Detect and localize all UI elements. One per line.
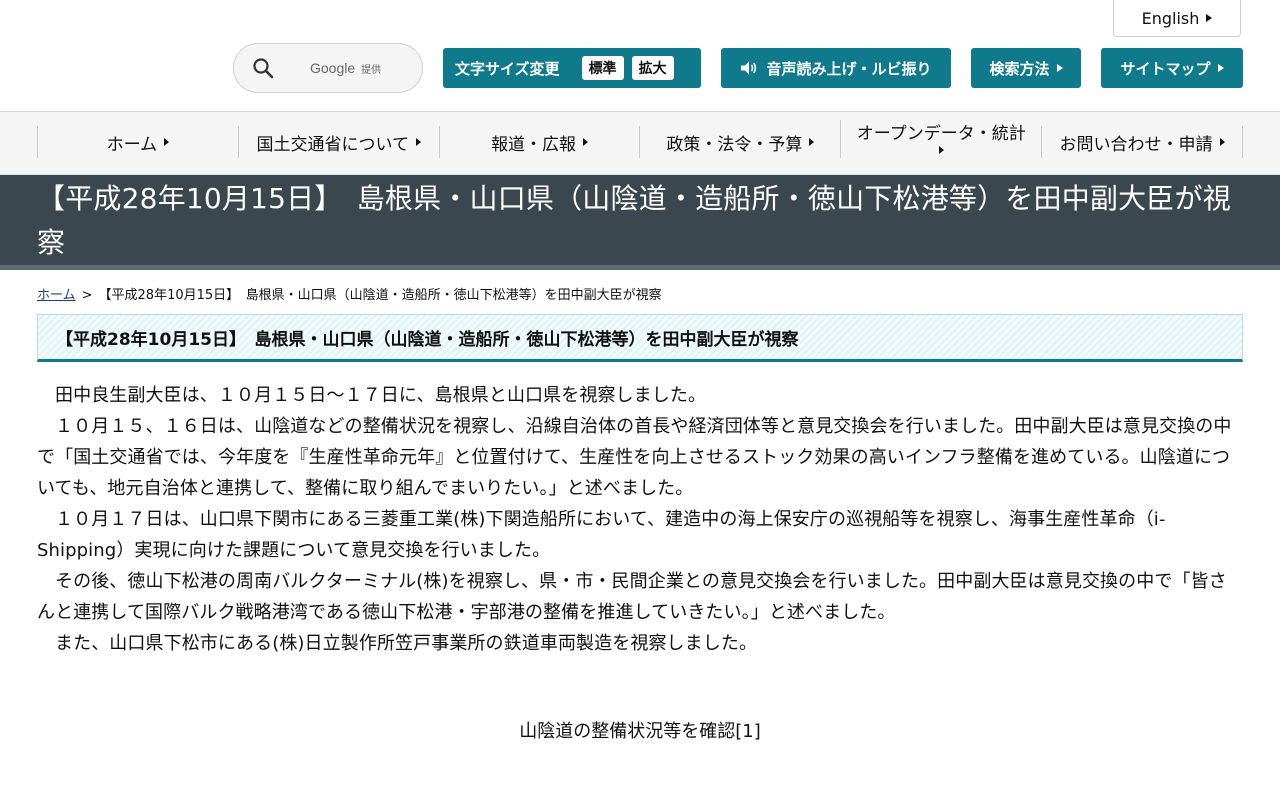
triangle-right-icon xyxy=(1056,64,1063,72)
nav-item-label: 報道・広報 xyxy=(491,134,577,155)
google-mark: Google xyxy=(310,60,356,76)
nav-item-opendata[interactable]: オープンデータ・統計 xyxy=(840,120,1041,158)
photo-caption: 山陰道の整備状況等を確認[1] xyxy=(519,721,761,742)
article-paragraph: 田中良生副大臣は、１０月１５日～１７日に、島根県と山口県を視察しました。 xyxy=(55,385,707,406)
font-size-control: 文字サイズ変更 標準 拡大 xyxy=(443,48,701,88)
triangle-right-icon xyxy=(164,138,170,146)
speaker-icon xyxy=(741,61,757,75)
article-paragraph: １０月１７日は、山口県下関市にある三菱重工業(株)下関造船所において、建造中の海… xyxy=(37,509,1166,561)
search-help-label: 検索方法 xyxy=(989,59,1050,78)
font-size-large-button[interactable]: 拡大 xyxy=(631,56,674,80)
google-provided-label: 提供 xyxy=(361,64,382,76)
google-search-input[interactable]: Google 提供 xyxy=(233,43,423,93)
global-nav: ホーム 国土交通省について 報道・広報 政策・法令・予算 オープンデータ・統計 … xyxy=(0,112,1280,175)
global-nav-list: ホーム 国土交通省について 報道・広報 政策・法令・予算 オープンデータ・統計 … xyxy=(37,120,1243,158)
triangle-right-icon xyxy=(1217,64,1224,72)
triangle-right-icon xyxy=(583,138,589,146)
nav-item-label: お問い合わせ・申請 xyxy=(1059,134,1213,155)
nav-item-label: 政策・法令・予算 xyxy=(666,134,803,155)
font-size-label: 文字サイズ変更 xyxy=(455,59,560,78)
search-help-button[interactable]: 検索方法 xyxy=(971,48,1081,88)
article-body: 田中良生副大臣は、１０月１５日～１７日に、島根県と山口県を視察しました。 １０月… xyxy=(37,380,1243,659)
english-label: English xyxy=(1141,8,1200,28)
site-header: English Google 提供 文字サイズ変更 標準 拡大 音声読み上げ・ル… xyxy=(0,0,1280,112)
breadcrumb-separator: > xyxy=(81,288,93,303)
sitemap-button[interactable]: サイトマップ xyxy=(1101,48,1243,88)
nav-item-label: 国土交通省について xyxy=(256,134,409,155)
voice-ruby-button[interactable]: 音声読み上げ・ルビ振り xyxy=(721,48,951,88)
triangle-right-icon xyxy=(809,138,815,146)
article-heading: 【平成28年10月15日】 島根県・山口県（山陰道・造船所・徳山下松港等）を田中… xyxy=(37,314,1243,362)
triangle-right-icon xyxy=(415,138,421,146)
breadcrumb: ホーム > 【平成28年10月15日】 島根県・山口県（山陰道・造船所・徳山下松港等… xyxy=(37,284,1243,303)
nav-item-press[interactable]: 報道・広報 xyxy=(438,126,640,158)
article-heading-text: 【平成28年10月15日】 島根県・山口県（山陰道・造船所・徳山下松港等）を田中… xyxy=(56,329,799,350)
voice-ruby-label: 音声読み上げ・ルビ振り xyxy=(766,59,932,78)
breadcrumb-current: 【平成28年10月15日】 島根県・山口県（山陰道・造船所・徳山下松港等）を田中… xyxy=(98,288,662,303)
article-paragraph: また、山口県下松市にある(株)日立製作所笠戸事業所の鉄道車両製造を視察しました。 xyxy=(55,633,758,654)
article-paragraph: １０月１５、１６日は、山陰道などの整備状況を視察し、沿線自治体の首長や経済団体等… xyxy=(37,416,1232,499)
nav-item-about[interactable]: 国土交通省について xyxy=(237,126,439,158)
nav-item-contact[interactable]: お問い合わせ・申請 xyxy=(1041,126,1243,158)
article-paragraph: その後、徳山下松港の周南バルクターミナル(株)を視察し、県・市・民間企業との意見… xyxy=(37,571,1227,623)
nav-item-home[interactable]: ホーム xyxy=(37,126,238,158)
breadcrumb-home-link[interactable]: ホーム xyxy=(37,288,76,303)
font-size-standard-button[interactable]: 標準 xyxy=(581,56,624,80)
nav-item-label: ホーム xyxy=(106,134,158,155)
triangle-right-icon xyxy=(1219,138,1225,146)
triangle-right-icon xyxy=(938,146,944,154)
sitemap-label: サイトマップ xyxy=(1120,59,1211,78)
search-icon xyxy=(253,58,274,79)
triangle-right-icon xyxy=(1206,14,1213,22)
english-link[interactable]: English xyxy=(1113,0,1241,37)
nav-item-label: オープンデータ・統計 xyxy=(856,124,1026,144)
nav-item-policy[interactable]: 政策・法令・予算 xyxy=(639,126,840,158)
page-title: 【平成28年10月15日】 島根県・山口県（山陰道・造船所・徳山下松港等）を田中… xyxy=(0,175,1280,270)
